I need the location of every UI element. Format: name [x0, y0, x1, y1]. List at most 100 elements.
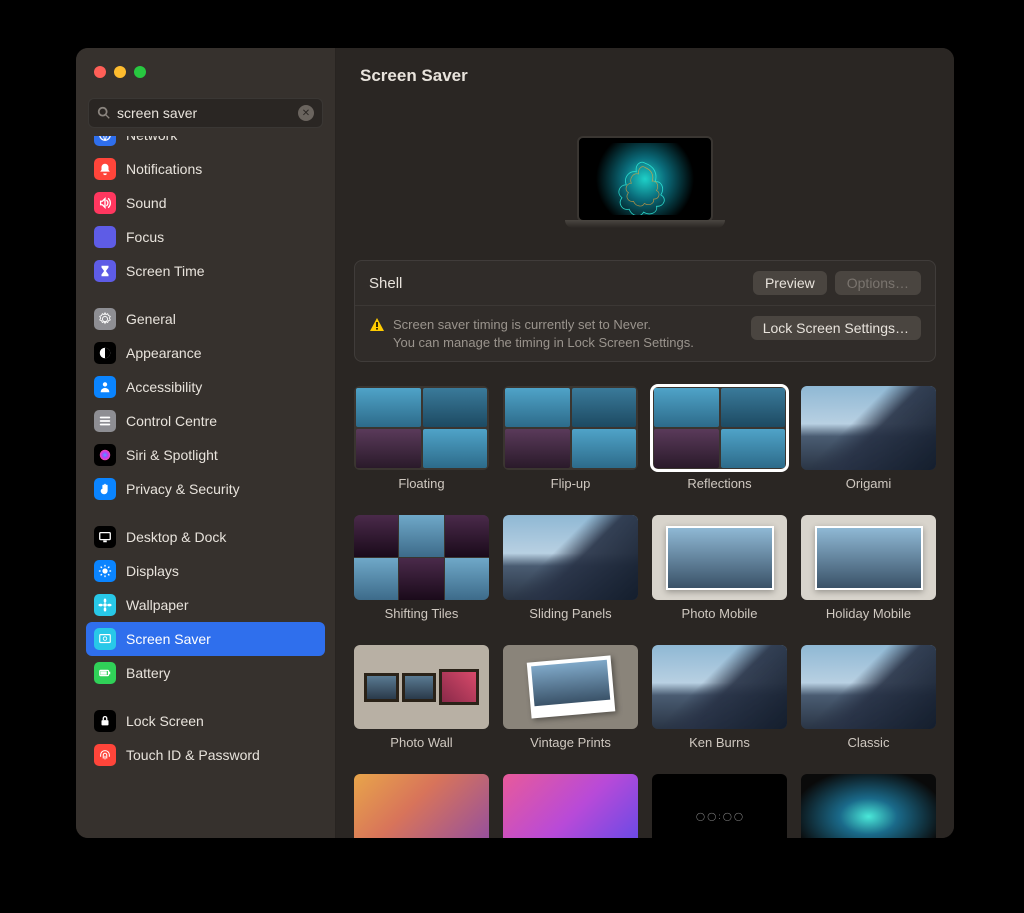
sidebar-item-label: Privacy & Security [126, 481, 240, 497]
circle-half-icon [94, 342, 116, 364]
sidebar-item-label: Accessibility [126, 379, 202, 395]
screensaver-tile-kenburns[interactable]: Ken Burns [652, 645, 787, 750]
sidebar-item-label: Desktop & Dock [126, 529, 226, 545]
main-content: Screen Saver Shell Previe [336, 48, 954, 838]
clear-search-button[interactable]: ✕ [298, 105, 314, 121]
laptop-icon [577, 136, 713, 222]
screensaver-tile-extra4[interactable] [801, 774, 936, 838]
screensaver-tile-label: Holiday Mobile [826, 606, 911, 621]
hourglass-icon [94, 260, 116, 282]
moon-icon [94, 226, 116, 248]
sidebar-item-label: Control Centre [126, 413, 217, 429]
search-field[interactable]: ✕ [88, 98, 323, 128]
warning-text: Screen saver timing is currently set to … [393, 316, 743, 351]
desktop-icon [94, 526, 116, 548]
sidebar-item-siri[interactable]: Siri & Spotlight [86, 438, 325, 472]
screensaver-tile-photowall[interactable]: Photo Wall [354, 645, 489, 750]
screensaver-tile-holidaymobile[interactable]: Holiday Mobile [801, 515, 936, 620]
screensaver-thumbnail [354, 386, 489, 470]
sidebar-item-label: Focus [126, 229, 164, 245]
sidebar-item-controlcentre[interactable]: Control Centre [86, 404, 325, 438]
sidebar-item-label: Touch ID & Password [126, 747, 260, 763]
screensaver-tile-label: Photo Mobile [682, 606, 758, 621]
screensaver-tile-label: Photo Wall [390, 735, 452, 750]
screensaver-thumbnail [801, 386, 936, 470]
sidebar-item-focus[interactable]: Focus [86, 220, 325, 254]
sidebar-item-notifications[interactable]: Notifications [86, 152, 325, 186]
sidebar-item-wallpaper[interactable]: Wallpaper [86, 588, 325, 622]
screensaver-tile-extra3[interactable]: ◯ ◯ : ◯ ◯ [652, 774, 787, 838]
sidebar-item-touchid[interactable]: Touch ID & Password [86, 738, 325, 772]
screensaver-tile-label: Floating [398, 476, 444, 491]
screensaver-tile-flipup[interactable]: Flip-up [503, 386, 638, 491]
sidebar-item-displays[interactable]: Displays [86, 554, 325, 588]
screensaver-tile-floating[interactable]: Floating [354, 386, 489, 491]
finger-icon [94, 744, 116, 766]
sidebar-item-accessibility[interactable]: Accessibility [86, 370, 325, 404]
globe-icon [94, 136, 116, 146]
screensaver-preview [336, 104, 954, 254]
screensaver-tile-label: Reflections [687, 476, 751, 491]
siri-icon [94, 444, 116, 466]
screensaver-thumbnail [503, 386, 638, 470]
screensaver-tile-shifting[interactable]: Shifting Tiles [354, 515, 489, 620]
sidebar-item-sound[interactable]: Sound [86, 186, 325, 220]
sidebar-item-label: General [126, 311, 176, 327]
current-screensaver-name: Shell [369, 275, 402, 292]
screensaver-thumbnail [503, 774, 638, 838]
sidebar: ✕ Network NotificationsSound Focus Screen T… [76, 48, 336, 838]
preview-button[interactable]: Preview [753, 271, 827, 295]
warning-icon [369, 317, 385, 333]
search-icon [97, 106, 111, 120]
screensaver-tile-extra1[interactable] [354, 774, 489, 838]
flower-icon [94, 594, 116, 616]
sidebar-item-label: Network [126, 136, 177, 143]
screensaver-tile-origami[interactable]: Origami [801, 386, 936, 491]
sidebar-item-general[interactable]: General [86, 302, 325, 336]
screensaver-tile-extra2[interactable] [503, 774, 638, 838]
screensaver-thumbnail [801, 645, 936, 729]
sidebar-item-desktop[interactable]: Desktop & Dock [86, 520, 325, 554]
screensaver-tile-photomobile[interactable]: Photo Mobile [652, 515, 787, 620]
sidebar-item-appearance[interactable]: Appearance [86, 336, 325, 370]
sliders-icon [94, 410, 116, 432]
speaker-icon [94, 192, 116, 214]
sidebar-item-label: Displays [126, 563, 179, 579]
screensaver-thumbnail [354, 645, 489, 729]
screensaver-thumbnail: ◯ ◯ : ◯ ◯ [652, 774, 787, 838]
screensaver-tile-vintage[interactable]: Vintage Prints [503, 645, 638, 750]
lock-screen-settings-button[interactable]: Lock Screen Settings… [751, 316, 921, 340]
sidebar-item-label: Battery [126, 665, 170, 681]
screensaver-thumbnail [354, 515, 489, 599]
screensaver-thumbnail [503, 645, 638, 729]
search-input[interactable] [117, 105, 298, 121]
screensaver-tile-label: Origami [846, 476, 892, 491]
screensaver-tile-reflections[interactable]: Reflections [652, 386, 787, 491]
page-header: Screen Saver [336, 48, 954, 104]
screensaver-thumbnail [652, 515, 787, 599]
screensaver-thumbnail [801, 515, 936, 599]
sidebar-item-screensaver[interactable]: Screen Saver [86, 622, 325, 656]
screensaver-thumbnail [354, 774, 489, 838]
hand-icon [94, 478, 116, 500]
zoom-icon[interactable] [134, 66, 146, 78]
battery-icon [94, 662, 116, 684]
sidebar-item-label: Screen Saver [126, 631, 211, 647]
gear-icon [94, 308, 116, 330]
close-icon[interactable] [94, 66, 106, 78]
minimize-icon[interactable] [114, 66, 126, 78]
settings-window: ✕ Network NotificationsSound Focus Screen T… [76, 48, 954, 838]
options-button[interactable]: Options… [835, 271, 921, 295]
screensaver-tile-label: Flip-up [551, 476, 591, 491]
sidebar-item-privacy[interactable]: Privacy & Security [86, 472, 325, 506]
screensaver-tile-sliding[interactable]: Sliding Panels [503, 515, 638, 620]
sidebar-item-label: Screen Time [126, 263, 205, 279]
sidebar-item-battery[interactable]: Battery [86, 656, 325, 690]
screensaver-tile-label: Sliding Panels [529, 606, 611, 621]
screensaver-thumbnail [801, 774, 936, 838]
saver-icon [94, 628, 116, 650]
sidebar-item-screentime[interactable]: Screen Time [86, 254, 325, 288]
screensaver-tile-classic[interactable]: Classic [801, 645, 936, 750]
sidebar-item-network[interactable]: Network [86, 136, 325, 152]
sidebar-item-lockscreen[interactable]: Lock Screen [86, 704, 325, 738]
